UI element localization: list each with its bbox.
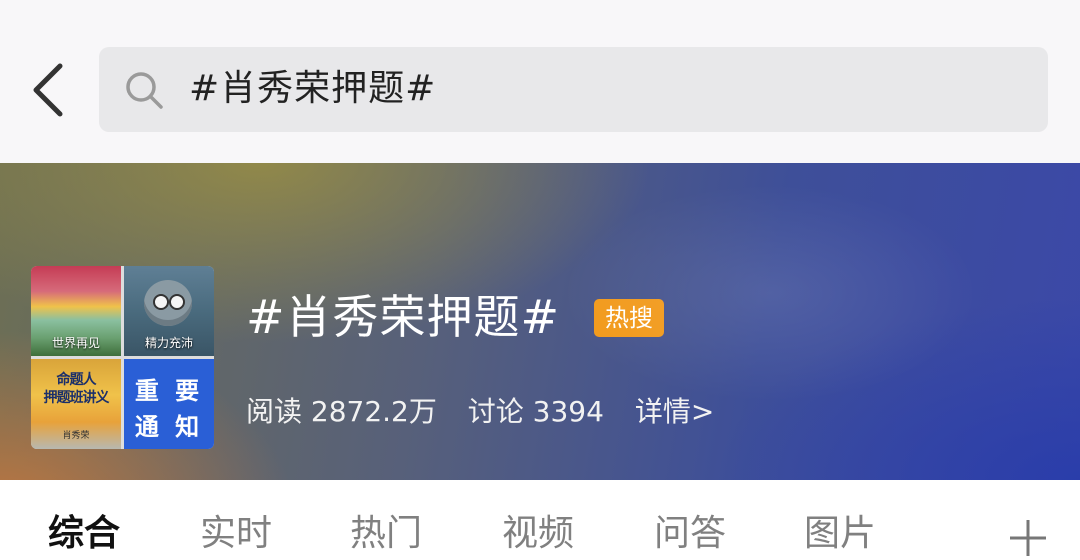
thumbnail-tile: 命题人 押题班讲义 肖秀荣 <box>31 359 121 449</box>
search-icon <box>126 72 163 109</box>
topic-title: #肖秀荣押题# <box>246 290 561 344</box>
read-count: 阅读 2872.2万 <box>246 395 437 428</box>
search-header: #肖秀荣押题# <box>0 0 1080 163</box>
tab-images[interactable]: 图片 <box>804 511 876 557</box>
thumbnail-tile: 世界再见 <box>31 266 121 356</box>
tab-realtime[interactable]: 实时 <box>200 511 272 557</box>
notice-line: 通 知 <box>134 412 204 441</box>
back-button[interactable] <box>26 58 72 122</box>
discussion-count: 讨论 3394 <box>467 395 604 428</box>
tab-comprehensive[interactable]: 综合 <box>48 511 120 557</box>
plus-icon[interactable] <box>1006 516 1050 560</box>
chevron-left-icon <box>33 63 63 117</box>
book-line: 命题人 <box>56 372 97 388</box>
book-line: 押题班讲义 <box>43 390 110 406</box>
tab-popular[interactable]: 热门 <box>350 511 422 557</box>
tab-qa[interactable]: 问答 <box>654 511 726 557</box>
book-author: 肖秀荣 <box>62 431 90 441</box>
topic-thumbnail[interactable]: 世界再见 精力充沛 命题人 押题班讲义 肖秀荣 重 要 通 知 <box>31 266 214 449</box>
search-input[interactable]: #肖秀荣押题# <box>99 47 1048 132</box>
tile-caption: 世界再见 <box>51 336 100 350</box>
book-cover-text: 命题人 押题班讲义 <box>35 371 117 407</box>
cartoon-cat-image <box>144 280 192 326</box>
search-query: #肖秀荣押题# <box>189 68 437 109</box>
thumbnail-tile: 重 要 通 知 <box>124 359 214 449</box>
notice-line: 重 要 <box>134 376 204 405</box>
details-link[interactable]: 详情> <box>635 392 714 432</box>
tab-video[interactable]: 视频 <box>502 511 574 557</box>
hot-search-badge: 热搜 <box>594 299 664 337</box>
topic-banner: 世界再见 精力充沛 命题人 押题班讲义 肖秀荣 重 要 通 知 #肖秀荣押题# … <box>0 163 1080 480</box>
thumbnail-tile: 精力充沛 <box>124 266 214 356</box>
topic-stats: 阅读 2872.2万 讨论 3394 详情> <box>246 392 714 432</box>
tile-caption: 精力充沛 <box>144 336 193 350</box>
result-tabs: 综合 实时 热门 视频 问答 图片 <box>0 480 1080 556</box>
